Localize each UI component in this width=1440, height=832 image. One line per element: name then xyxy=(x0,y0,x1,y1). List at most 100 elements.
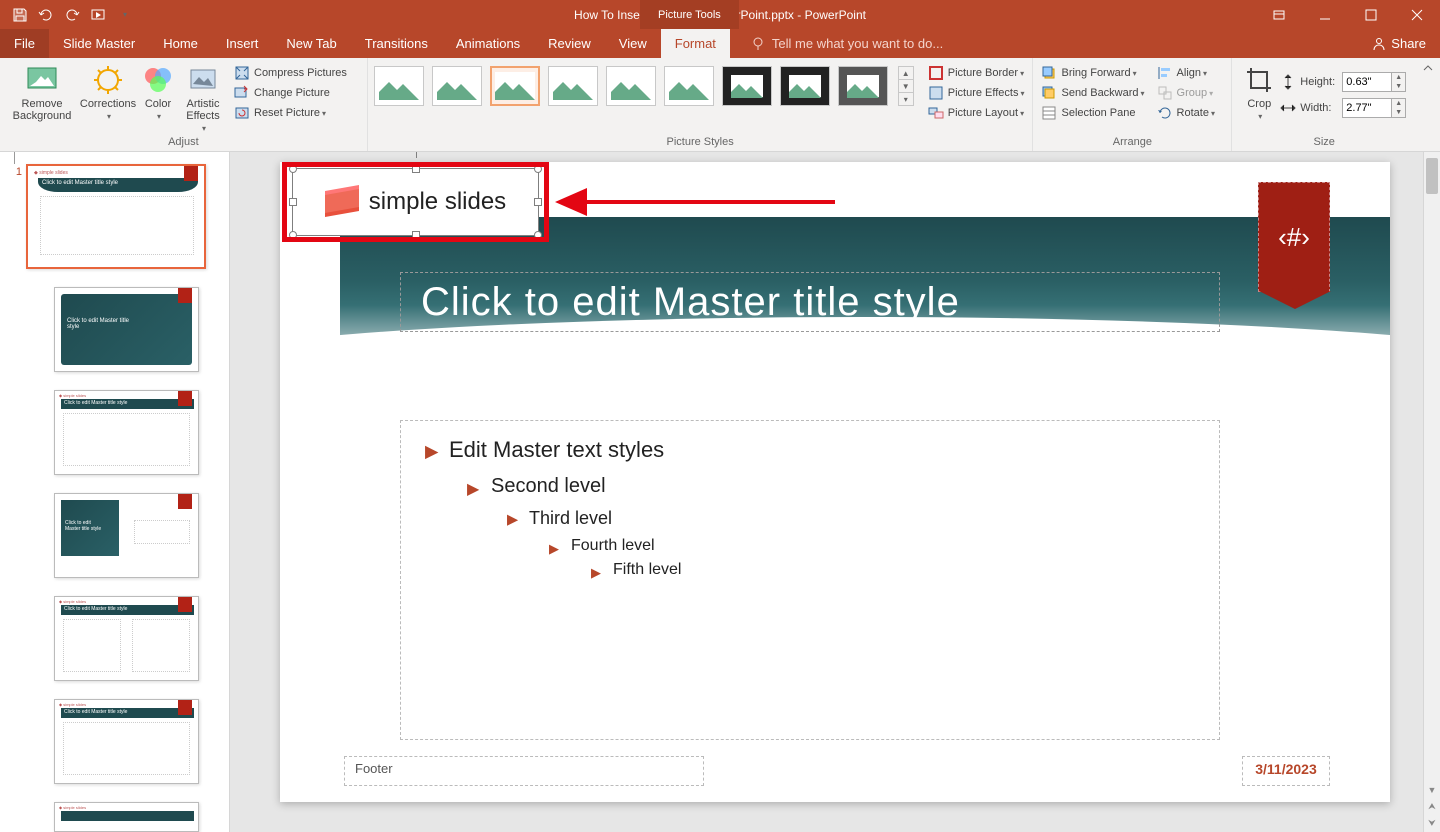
start-from-beginning-button[interactable] xyxy=(86,3,110,27)
picture-style-6[interactable] xyxy=(664,66,714,106)
window-controls xyxy=(1256,0,1440,29)
workspace: 1 ◆ simple slides Click to edit Master t… xyxy=(0,152,1440,832)
title-placeholder[interactable]: Click to edit Master title style xyxy=(400,272,1220,332)
height-input[interactable] xyxy=(1342,72,1392,92)
contextual-tab-picture-tools: Picture Tools xyxy=(640,0,739,29)
picture-style-1[interactable] xyxy=(374,66,424,106)
annotation-highlight-box xyxy=(282,162,549,242)
tab-file[interactable]: File xyxy=(0,29,49,58)
scrollbar-thumb[interactable] xyxy=(1426,158,1438,194)
group-label-size: Size xyxy=(1232,136,1416,151)
undo-button[interactable] xyxy=(34,3,58,27)
tab-transitions[interactable]: Transitions xyxy=(351,29,442,58)
footer-placeholder[interactable]: Footer xyxy=(344,756,704,786)
layout-thumbnail-1[interactable]: Click to edit Master titlestyle xyxy=(54,287,199,372)
width-spin-up[interactable]: ▲ xyxy=(1392,99,1405,108)
group-label-arrange: Arrange xyxy=(1033,136,1231,151)
picture-style-5[interactable] xyxy=(606,66,656,106)
picture-style-2[interactable] xyxy=(432,66,482,106)
selection-pane-button[interactable]: Selection Pane xyxy=(1039,104,1146,122)
tab-review[interactable]: Review xyxy=(534,29,605,58)
ribbon-display-options-button[interactable] xyxy=(1256,0,1302,29)
picture-style-8[interactable] xyxy=(780,66,830,106)
share-label: Share xyxy=(1391,36,1426,51)
picture-style-gallery: ▲ ▼ ▾ xyxy=(368,62,920,110)
prev-slide-button[interactable]: ⮝ xyxy=(1424,798,1440,815)
maximize-button[interactable] xyxy=(1348,0,1394,29)
slide-master-thumbnail[interactable]: ◆ simple slides Click to edit Master tit… xyxy=(26,164,206,269)
artistic-effects-button[interactable]: Artistic Effects xyxy=(178,62,228,134)
height-field-row: Height: ▲▼ xyxy=(1280,70,1406,94)
ribbon: Remove Background Corrections Color Arti… xyxy=(0,58,1440,152)
vertical-scrollbar[interactable]: ▲ ▼ ⮝ ⮟ xyxy=(1423,152,1440,832)
width-spin-down[interactable]: ▼ xyxy=(1392,108,1405,117)
qat-customize-button[interactable] xyxy=(112,3,136,27)
group-size: Crop Height: ▲▼ Width: ▲▼ Size xyxy=(1232,58,1416,151)
height-spin-down[interactable]: ▼ xyxy=(1392,82,1405,91)
layout-thumbnail-2[interactable]: ◆ simple slidesClick to edit Master titl… xyxy=(54,390,199,475)
slide-number-placeholder[interactable]: ‹#› xyxy=(1258,182,1330,292)
slide-thumbnail-panel: 1 ◆ simple slides Click to edit Master t… xyxy=(0,152,230,832)
picture-border-button[interactable]: Picture Border xyxy=(926,64,1027,82)
save-button[interactable] xyxy=(8,3,32,27)
slide-canvas[interactable]: Click to edit Master title style ‹#› ▶Ed… xyxy=(280,162,1390,802)
layout-thumbnail-4[interactable]: ◆ simple slidesClick to edit Master titl… xyxy=(54,596,199,681)
tab-insert[interactable]: Insert xyxy=(212,29,273,58)
reset-picture-button[interactable]: Reset Picture xyxy=(232,104,349,122)
group-arrange: Bring Forward Send Backward Selection Pa… xyxy=(1033,58,1232,151)
titlebar: How To Insert Header In PowerPoint.pptx … xyxy=(0,0,1440,29)
minimize-button[interactable] xyxy=(1302,0,1348,29)
picture-layout-button[interactable]: Picture Layout xyxy=(926,104,1027,122)
group-label-adjust: Adjust xyxy=(0,136,367,151)
tab-new-tab[interactable]: New Tab xyxy=(272,29,350,58)
compress-pictures-button[interactable]: Compress Pictures xyxy=(232,64,349,82)
next-slide-button[interactable]: ⮟ xyxy=(1424,815,1440,832)
gallery-expand[interactable]: ▾ xyxy=(899,93,913,105)
align-button[interactable]: Align xyxy=(1155,64,1217,82)
slide-editor[interactable]: Click to edit Master title style ‹#› ▶Ed… xyxy=(230,152,1440,832)
remove-background-button[interactable]: Remove Background xyxy=(6,62,78,122)
tab-format[interactable]: Format xyxy=(661,29,730,58)
close-button[interactable] xyxy=(1394,0,1440,29)
tab-home[interactable]: Home xyxy=(149,29,212,58)
gallery-scroll-down[interactable]: ▼ xyxy=(899,80,913,93)
group-label-picture-styles: Picture Styles xyxy=(368,136,1033,151)
share-button[interactable]: Share xyxy=(1358,29,1440,58)
picture-effects-button[interactable]: Picture Effects xyxy=(926,84,1027,102)
selected-picture-object[interactable]: simple slides xyxy=(282,162,549,242)
tab-slide-master[interactable]: Slide Master xyxy=(49,29,149,58)
date-placeholder[interactable]: 3/11/2023 xyxy=(1242,756,1330,786)
gallery-scroll-up[interactable]: ▲ xyxy=(899,67,913,80)
tell-me-search[interactable]: Tell me what you want to do... xyxy=(750,29,943,58)
scroll-down-button[interactable]: ▼ xyxy=(1424,781,1440,798)
layout-thumbnail-5[interactable]: ◆ simple slidesClick to edit Master titl… xyxy=(54,699,199,784)
tab-view[interactable]: View xyxy=(605,29,661,58)
layout-thumbnail-6[interactable]: ◆ simple slides xyxy=(54,802,199,832)
tell-me-placeholder: Tell me what you want to do... xyxy=(772,36,943,51)
layout-thumbnail-3[interactable]: Click to editMaster title style xyxy=(54,493,199,578)
picture-style-4[interactable] xyxy=(548,66,598,106)
crop-button[interactable]: Crop xyxy=(1238,62,1280,122)
rotate-button[interactable]: Rotate xyxy=(1155,104,1217,122)
width-input[interactable] xyxy=(1342,98,1392,118)
picture-style-3[interactable] xyxy=(490,66,540,106)
group-picture-styles: ▲ ▼ ▾ Picture Border Picture Effects Pic… xyxy=(368,58,1034,151)
gallery-scroll: ▲ ▼ ▾ xyxy=(898,66,914,106)
group-adjust: Remove Background Corrections Color Arti… xyxy=(0,58,368,151)
ribbon-tabs: File Slide Master Home Insert New Tab Tr… xyxy=(0,29,1440,58)
width-field-row: Width: ▲▼ xyxy=(1280,96,1406,120)
group-button: Group xyxy=(1155,84,1217,102)
send-backward-button[interactable]: Send Backward xyxy=(1039,84,1146,102)
picture-style-9[interactable] xyxy=(838,66,888,106)
bring-forward-button[interactable]: Bring Forward xyxy=(1039,64,1146,82)
change-picture-button[interactable]: Change Picture xyxy=(232,84,349,102)
height-spin-up[interactable]: ▲ xyxy=(1392,73,1405,82)
picture-style-7[interactable] xyxy=(722,66,772,106)
tab-animations[interactable]: Animations xyxy=(442,29,534,58)
content-placeholder[interactable]: ▶Edit Master text styles ▶Second level ▶… xyxy=(400,420,1220,740)
quick-access-toolbar xyxy=(0,3,136,27)
corrections-button[interactable]: Corrections xyxy=(78,62,138,122)
color-button[interactable]: Color xyxy=(138,62,178,122)
redo-button[interactable] xyxy=(60,3,84,27)
collapse-ribbon-button[interactable] xyxy=(1416,58,1440,151)
